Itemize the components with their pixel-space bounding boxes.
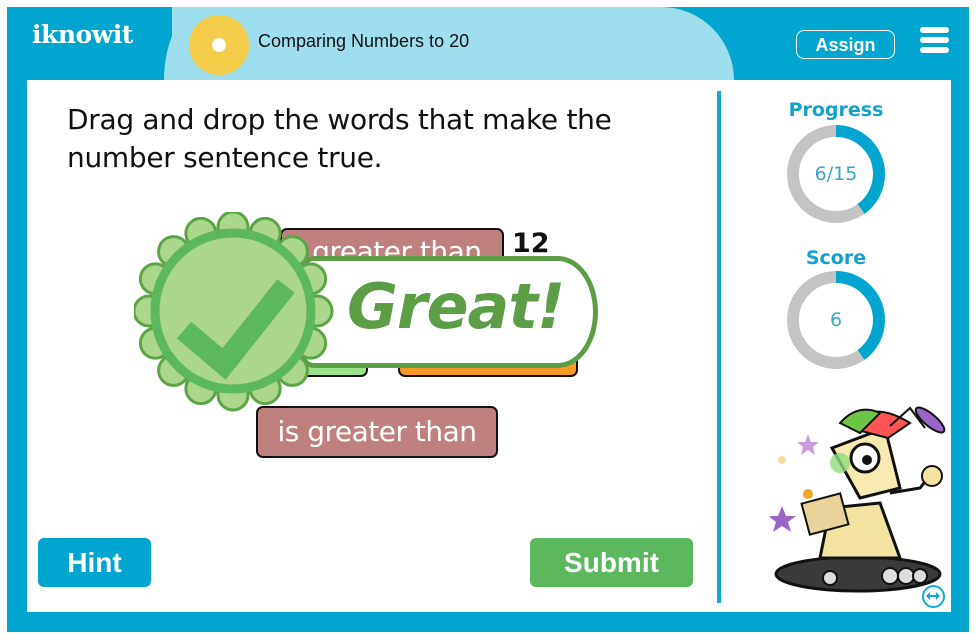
- word-bank-tile-label: is greater than: [277, 415, 477, 448]
- submit-button[interactable]: Submit: [530, 538, 693, 587]
- robot-mascot-icon: [770, 406, 946, 593]
- topic-title: Comparing Numbers to 20: [258, 31, 470, 51]
- progress-value: 6/15: [814, 163, 858, 185]
- hint-button[interactable]: Hint: [38, 538, 151, 587]
- sentence-number: 12: [512, 228, 550, 259]
- checkmark-badge-icon: [134, 212, 334, 412]
- score-label: Score: [805, 247, 867, 269]
- score-value: 6: [829, 309, 843, 331]
- sidebar-divider: [717, 91, 721, 603]
- instructions: Drag and drop the words that make the nu…: [67, 103, 612, 174]
- progress-label: Progress: [788, 99, 884, 121]
- assign-button[interactable]: Assign: [796, 30, 895, 59]
- feedback-message: Great!: [347, 270, 565, 343]
- hamburger-menu-icon[interactable]: [920, 27, 949, 55]
- logo-text: iknowit: [32, 20, 133, 49]
- topic-icon-dot: [212, 38, 226, 52]
- word-bank-tile[interactable]: is greater than: [256, 406, 498, 458]
- double-arrow-icon[interactable]: [922, 585, 945, 608]
